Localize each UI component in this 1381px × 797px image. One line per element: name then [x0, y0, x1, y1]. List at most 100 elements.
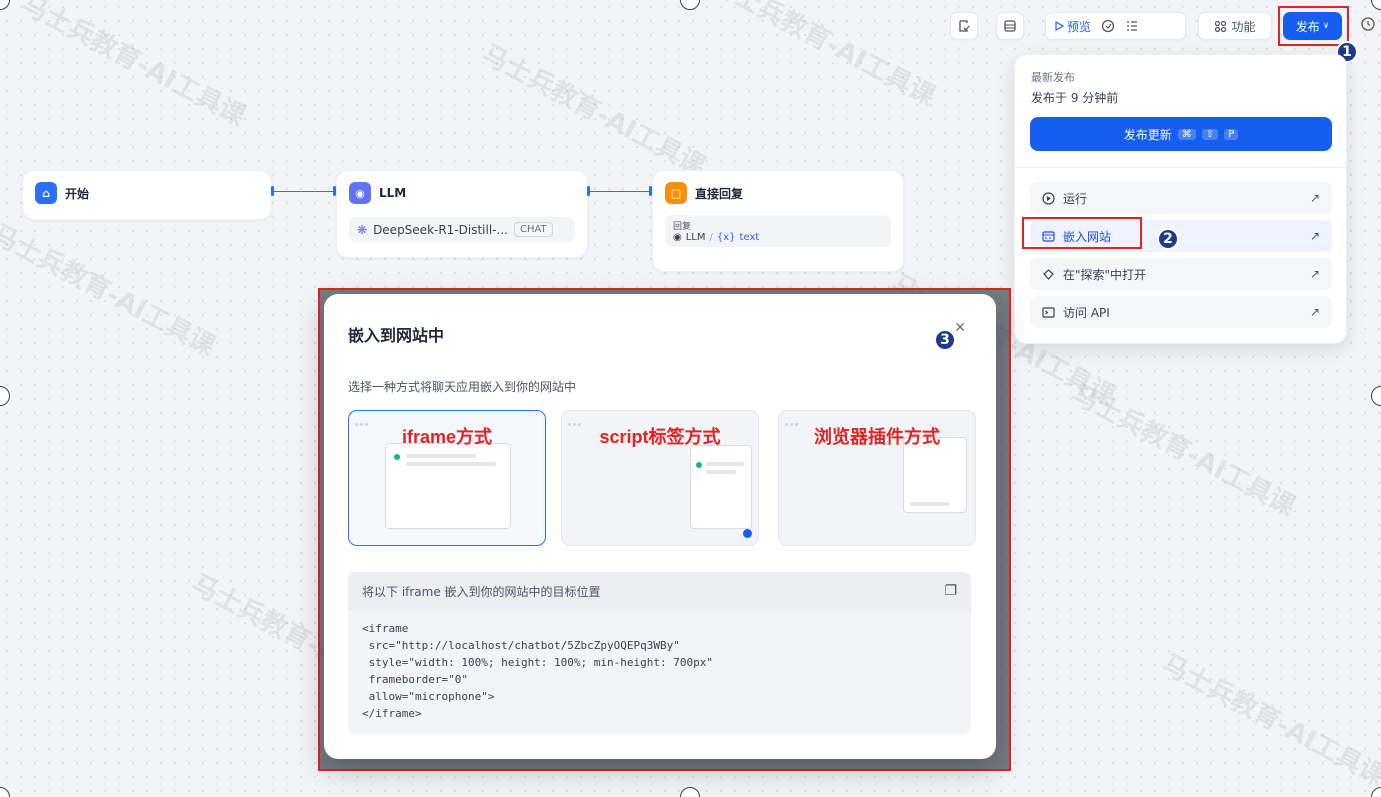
- menu-item-label: 运行: [1063, 191, 1088, 206]
- avatar-dot: [394, 454, 400, 460]
- watermark: 马士兵教育-AI工具课: [706, 0, 940, 113]
- external-link-icon: ↗: [1309, 305, 1320, 319]
- reply-icon: □: [665, 182, 687, 204]
- resize-handle: [1371, 0, 1381, 10]
- play-icon: [1055, 21, 1064, 31]
- reply-variable: ◉ LLM / {x} text: [673, 232, 760, 243]
- preview-line: [406, 462, 496, 466]
- shortcut-key: ⇧: [1201, 128, 1219, 140]
- window-dots: [785, 415, 969, 426]
- modal-title: 嵌入到网站中: [348, 326, 445, 345]
- step-badge-2: 2: [1157, 228, 1179, 250]
- highlight-box: [1022, 217, 1142, 249]
- step-badge-3: 3: [934, 329, 956, 351]
- window-dots: [568, 415, 752, 426]
- variable-prefix: {x}: [716, 232, 736, 243]
- history-icon[interactable]: [1360, 16, 1376, 35]
- preview-line: [706, 470, 736, 474]
- preview-line: [706, 462, 744, 466]
- history-check-icon[interactable]: [1101, 19, 1115, 33]
- database-icon: [1004, 20, 1016, 32]
- menu-item-label: 访问 API: [1063, 305, 1110, 320]
- resize-handle: [0, 386, 10, 406]
- publish-dropdown: 最新发布 发布于 9 分钟前 发布更新 ⌘ ⇧ P 运行 ↗ 嵌入网站 ↗ 在"…: [1014, 54, 1347, 344]
- external-link-icon: ↗: [1309, 267, 1320, 281]
- start-node-title: 开始: [65, 186, 90, 201]
- embed-option-script[interactable]: script标签方式: [561, 410, 759, 546]
- chat-bubble-icon: [743, 529, 752, 538]
- watermark: 马士兵教育-AI工具课: [1156, 649, 1381, 793]
- publish-update-button[interactable]: 发布更新 ⌘ ⇧ P: [1030, 117, 1332, 151]
- embed-modal: 嵌入到网站中 ✕ 选择一种方式将聊天应用嵌入到你的网站中 iframe方式 sc…: [324, 294, 996, 759]
- storage-button[interactable]: [996, 12, 1024, 40]
- resize-handle: [0, 0, 10, 10]
- resize-handle: [1371, 787, 1381, 797]
- latest-publish-label: 最新发布: [1031, 71, 1075, 84]
- menu-item-api[interactable]: 访问 API ↗: [1030, 296, 1332, 328]
- embed-code[interactable]: <iframe src="http://localhost/chatbot/5Z…: [348, 610, 971, 732]
- reply-node[interactable]: □ 直接回复 回复 ◉ LLM / {x} text: [652, 170, 904, 272]
- window-dots: [355, 415, 539, 426]
- preview-button[interactable]: 预览: [1054, 18, 1091, 35]
- preview-label: 预览: [1067, 19, 1092, 34]
- option-label: 浏览器插件方式: [814, 427, 940, 447]
- edge: [274, 191, 336, 192]
- resize-handle: [680, 787, 700, 797]
- features-icon: [1215, 20, 1227, 32]
- close-icon[interactable]: ✕: [954, 320, 966, 336]
- modal-description: 选择一种方式将聊天应用嵌入到你的网站中: [348, 380, 577, 394]
- option-label: iframe方式: [401, 427, 493, 447]
- shortcut-key: P: [1224, 128, 1239, 140]
- embed-option-extension[interactable]: 浏览器插件方式: [778, 410, 976, 546]
- resize-handle: [1371, 386, 1381, 406]
- menu-item-explore[interactable]: 在"探索"中打开 ↗: [1030, 258, 1332, 290]
- llm-node[interactable]: ◉ LLM ❋ DeepSeek-R1-Distill-... CHAT: [336, 170, 588, 258]
- watermark: 马士兵教育-AI工具课: [1066, 379, 1300, 523]
- reply-node-title: 直接回复: [695, 186, 744, 201]
- code-header: 将以下 iframe 嵌入到你的网站中的目标位置 ❐: [348, 572, 971, 610]
- menu-item-run[interactable]: 运行 ↗: [1030, 182, 1332, 214]
- avatar-dot: [696, 462, 702, 468]
- edge: [590, 191, 652, 192]
- option-label: script标签方式: [599, 427, 721, 447]
- copy-icon[interactable]: ❐: [944, 583, 957, 599]
- code-title: 将以下 iframe 嵌入到你的网站中的目标位置: [362, 584, 601, 599]
- mode-tag: CHAT: [513, 222, 553, 237]
- external-link-icon: ↗: [1309, 191, 1320, 205]
- preview-line: [406, 454, 476, 458]
- shortcut-key: ⌘: [1177, 128, 1196, 140]
- resize-handle: [680, 0, 700, 10]
- preview-line: [910, 502, 950, 506]
- reply-field[interactable]: 回复 ◉ LLM / {x} text: [665, 215, 891, 247]
- script-preview: [690, 445, 752, 529]
- explore-icon: [1043, 268, 1054, 280]
- variable-node: LLM: [685, 232, 706, 243]
- env-variables-button[interactable]: [950, 12, 978, 40]
- embed-option-iframe[interactable]: iframe方式: [348, 410, 546, 546]
- checklist-icon: [959, 20, 970, 32]
- external-link-icon: ↗: [1309, 229, 1320, 243]
- watermark: 马士兵教育-AI工具课: [476, 39, 710, 183]
- variable-name: text: [739, 232, 760, 243]
- reply-field-label: 回复: [673, 222, 692, 232]
- toolbar-group: 预览: [1045, 12, 1186, 40]
- menu-item-label: 在"探索"中打开: [1063, 267, 1147, 282]
- play-circle-icon: [1042, 191, 1055, 205]
- resize-handle: [0, 787, 10, 797]
- llm-icon: ◉: [349, 182, 371, 204]
- highlight-box: [1278, 6, 1349, 46]
- divider: [1015, 167, 1346, 168]
- features-button[interactable]: 功能: [1198, 12, 1272, 40]
- model-icon: ❋: [357, 222, 368, 237]
- checklist-icon[interactable]: [1125, 19, 1139, 33]
- publish-update-label: 发布更新: [1123, 127, 1172, 142]
- terminal-icon: [1042, 306, 1055, 318]
- features-label: 功能: [1231, 19, 1256, 34]
- iframe-preview: [385, 443, 511, 529]
- watermark: 马士兵教育-AI工具课: [16, 0, 250, 133]
- llm-small-icon: ◉: [673, 232, 682, 243]
- llm-node-title: LLM: [379, 186, 407, 200]
- model-name: DeepSeek-R1-Distill-...: [373, 222, 508, 237]
- published-time: 发布于 9 分钟前: [1031, 91, 1119, 105]
- start-node[interactable]: ⌂ 开始: [22, 170, 272, 220]
